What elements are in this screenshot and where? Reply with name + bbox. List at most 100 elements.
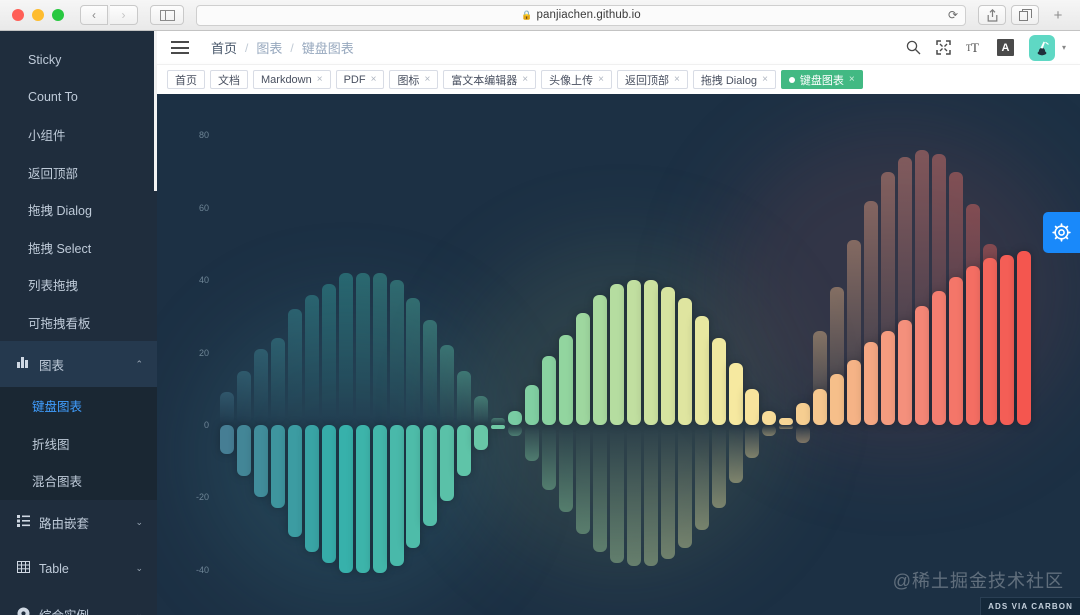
back-button[interactable]: ‹ [80, 5, 108, 25]
sidebar-group-charts[interactable]: 图表 ⌃ [0, 341, 157, 387]
sidebar-group-table[interactable]: Table ⌄ [0, 546, 157, 592]
tab-close-icon[interactable]: × [598, 74, 604, 85]
font-size-icon[interactable]: T T [966, 40, 982, 55]
tab-item[interactable]: 文档 [210, 70, 248, 89]
forward-button[interactable]: › [110, 5, 138, 25]
chart-bar-shadow [220, 392, 234, 425]
tab-close-icon[interactable]: × [371, 74, 377, 85]
tab-item[interactable]: 富文本编辑器 × [443, 70, 537, 89]
tabs-overview-icon[interactable] [1011, 5, 1039, 25]
gear-icon[interactable] [1043, 212, 1080, 253]
close-window-button[interactable] [12, 9, 24, 21]
chevron-down-icon[interactable]: ▾ [1062, 43, 1066, 52]
sidebar-group-label: Table [39, 561, 69, 576]
language-icon[interactable]: A [996, 39, 1014, 56]
chart-bar-shadow [677, 425, 692, 549]
minimize-window-button[interactable] [32, 9, 44, 21]
chart-bar [796, 403, 811, 425]
sidebar-item-label: 列表拖拽 [28, 279, 79, 294]
tab-close-icon[interactable]: × [317, 74, 323, 85]
sidebar-group-nested-routes[interactable]: 路由嵌套 ⌄ [0, 500, 157, 546]
reload-icon[interactable]: ⟳ [948, 8, 958, 22]
maximize-window-button[interactable] [52, 9, 64, 21]
hamburger-collapse-icon[interactable] [171, 41, 189, 54]
tab-item[interactable]: 头像上传 × [541, 70, 612, 89]
chart-bar [830, 374, 845, 425]
address-bar[interactable]: 🔒 panjiachen.github.io ⟳ [196, 4, 966, 26]
sidebar-item-drag-kanban[interactable]: 可拖拽看板 [0, 304, 157, 342]
tab-active-dot [788, 76, 795, 83]
chart-bar [728, 363, 743, 425]
sidebar-item-mixed-chart[interactable]: 混合图表 [0, 462, 157, 500]
svg-text:T: T [971, 40, 979, 55]
tab-item[interactable]: 图标 × [389, 70, 439, 89]
gear-glyph [1052, 223, 1071, 242]
sidebar-subitem-label: 键盘图表 [32, 400, 83, 415]
table-glyph [17, 561, 30, 573]
sidebar-item-line-chart[interactable]: 折线图 [0, 425, 157, 463]
sidebar-item-widgets[interactable]: 小组件 [0, 116, 157, 154]
tab-close-icon[interactable]: × [522, 74, 528, 85]
chart-bar [660, 287, 675, 425]
tab-item[interactable]: Markdown × [253, 70, 331, 89]
tab-label: 富文本编辑器 [451, 74, 518, 87]
chart-bar-shadow [406, 298, 421, 425]
sidebar-item-partial[interactable] [0, 31, 157, 41]
sidebar-item-label: 拖拽 Select [28, 241, 92, 256]
sidebar-item-drag-dialog[interactable]: 拖拽 Dialog [0, 191, 157, 229]
sidebar-item-keyboard-chart[interactable]: 键盘图表 [0, 387, 157, 425]
tab-item[interactable]: 返回顶部 × [616, 70, 688, 89]
tab-item[interactable]: 键盘图表 × [780, 70, 863, 89]
breadcrumb-item-charts[interactable]: 图表 [256, 38, 282, 57]
share-icon[interactable] [978, 5, 1006, 25]
tab-item[interactable]: 首页 [167, 70, 205, 89]
chart-bar [270, 425, 285, 509]
tab-item[interactable]: 拖拽 Dialog × [692, 70, 776, 89]
sidebar-item-sticky[interactable]: Sticky [0, 41, 157, 79]
avatar[interactable] [1028, 34, 1055, 61]
tab-close-icon[interactable]: × [424, 74, 430, 85]
breadcrumb-item-home[interactable]: 首页 [211, 38, 237, 57]
search-icon[interactable] [906, 40, 921, 55]
chart-bar-shadow [287, 309, 302, 425]
sidebar-glyph [159, 9, 175, 21]
chart-bar-shadow [389, 280, 404, 425]
chart-bar [609, 283, 624, 425]
chart-bar-shadow [270, 338, 285, 425]
chart-bar-shadow [253, 348, 268, 425]
tab-label: 图标 [397, 74, 420, 87]
chart-bar-shadow [575, 425, 590, 534]
tab-strip: 首页 文档 Markdown × PDF × 图标 × 富文本编辑器 × 头像上传 × 返回顶部 × 拖拽 … [157, 64, 1080, 94]
sidebar-item-drag-list[interactable]: 列表拖拽 [0, 266, 157, 304]
sidebar-group-example[interactable]: 综合实例 ⌄ [0, 592, 157, 615]
tab-close-icon[interactable]: × [674, 74, 680, 85]
tab-item[interactable]: PDF × [335, 70, 385, 89]
sidebar-group-label: 综合实例 [39, 605, 135, 615]
tab-close-icon[interactable]: × [762, 74, 768, 85]
fullscreen-icon[interactable] [936, 40, 951, 55]
chart-bar [898, 320, 912, 425]
chart-bar [236, 425, 251, 476]
chart-bar [457, 425, 472, 476]
chart-bar [575, 312, 590, 425]
new-tab-button[interactable]: + [1044, 5, 1072, 25]
window-controls[interactable] [12, 9, 64, 21]
sidebar-item-back-to-top[interactable]: 返回顶部 [0, 154, 157, 192]
tab-close-icon[interactable]: × [849, 74, 855, 85]
sidebar-icon[interactable] [150, 5, 184, 25]
share-glyph [987, 8, 997, 22]
chart-bar [321, 425, 336, 563]
sidebar-item-drag-select[interactable]: 拖拽 Select [0, 229, 157, 267]
chart-panel: 80 60 40 20 0 -20 -40 @稀土掘金技术社区 ADS VIA … [157, 94, 1080, 615]
chart-bar [491, 425, 506, 429]
chart-bar-shadow [304, 294, 319, 425]
sidebar-item-count-to[interactable]: Count To [0, 79, 157, 117]
browser-toolbar: ‹ › 🔒 panjiachen.github.io ⟳ + [0, 0, 1080, 31]
chart-bar [338, 425, 353, 574]
breadcrumb: 首页 / 图表 / 键盘图表 [211, 38, 354, 57]
tab-label: 首页 [175, 74, 197, 87]
chart-bar-shadow [728, 425, 743, 483]
watermark-text: @稀土掘金技术社区 [892, 571, 1064, 591]
navigation-buttons: ‹ › [80, 5, 138, 25]
tab-label: PDF [343, 73, 366, 86]
